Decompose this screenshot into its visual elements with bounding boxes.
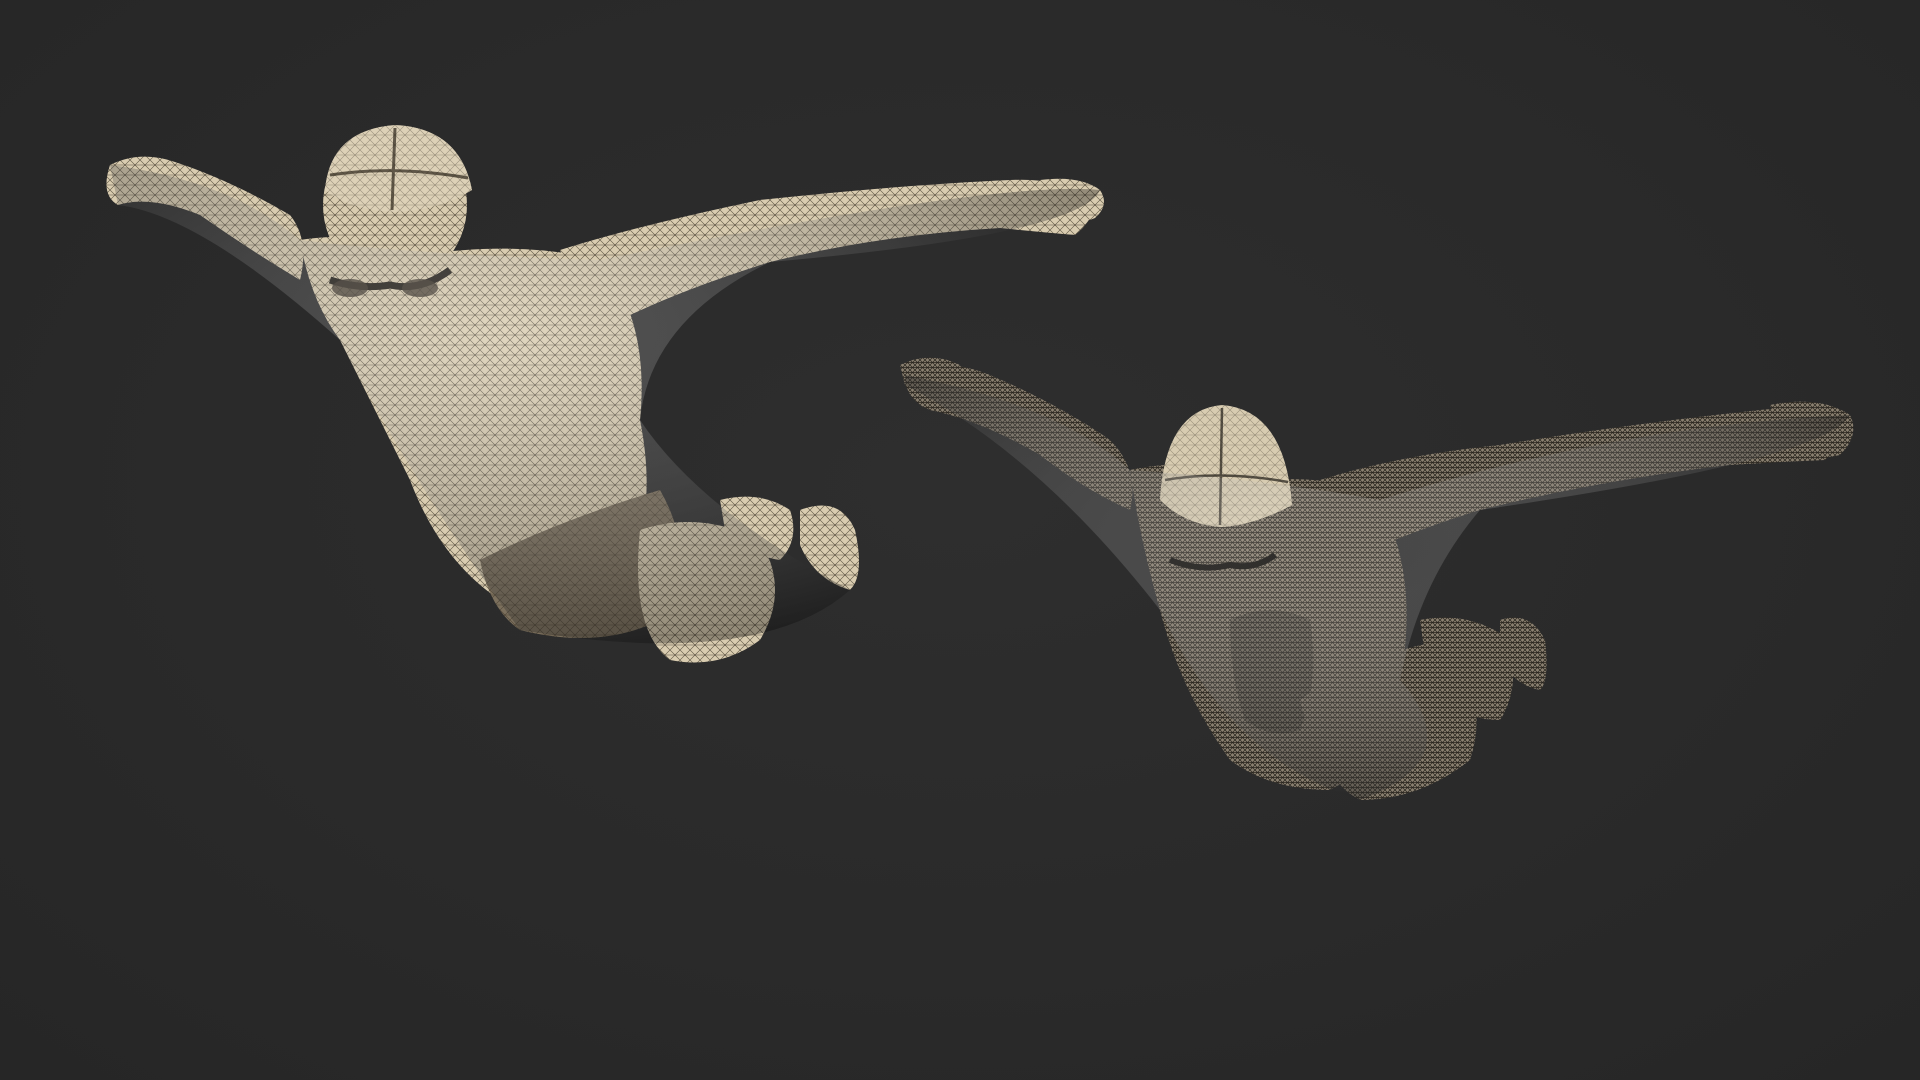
viewport: [0, 0, 1920, 1080]
model-render: [106, 125, 1854, 800]
swimmer-model-right: [900, 357, 1854, 800]
